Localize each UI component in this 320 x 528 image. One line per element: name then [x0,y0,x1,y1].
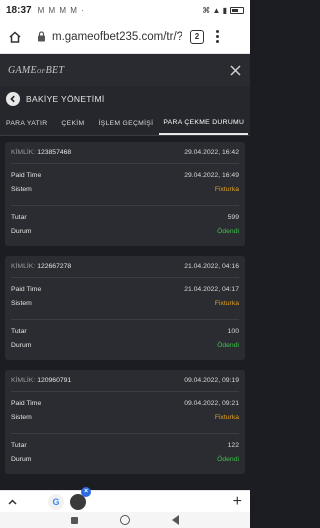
durum-value: Ödendi [217,455,239,463]
kimlik-label: KİMLİK: [11,149,36,156]
durum-label: Durum [11,455,32,463]
tutar-row: Tutar 100 [11,324,239,338]
tutar-value: 100 [227,327,239,335]
system-nav-bar [0,512,250,528]
tutar-label: Tutar [11,213,27,221]
kimlik-value: 123857468 [37,149,72,156]
chevron-left-icon [10,95,15,103]
close-button[interactable] [228,63,242,77]
sistem-label: Sistem [11,185,32,193]
browser-toolbar: m.gameofbet235.com/tr/?pr 2 [0,20,250,54]
tab-cekim[interactable]: ÇEKİM [53,112,92,135]
lock-icon[interactable] [34,31,48,42]
divider [11,424,239,434]
chevron-up-icon [8,498,17,505]
current-tab-button[interactable]: × [70,486,91,510]
recents-icon[interactable] [71,516,78,524]
tab-para-cekme-durumu[interactable]: PARA ÇEKME DURUMU [159,112,249,135]
tutar-label: Tutar [11,441,27,449]
tutar-value: 122 [227,441,239,449]
paid-time-row: Paid Time 21.04.2022, 04:17 [11,282,239,296]
browser-menu-button[interactable] [214,30,220,43]
paid-time-label: Paid Time [11,285,42,293]
kimlik-value: 122667278 [37,263,72,270]
divider [11,310,239,320]
card-header: KİMLİK: 122667278 21.04.2022, 04:16 [11,256,239,278]
sistem-label: Sistem [11,413,32,421]
durum-value: Ödendi [217,341,239,349]
card-header: KİMLİK: 123857468 29.04.2022, 16:42 [11,142,239,164]
home-icon [9,30,21,43]
expand-button[interactable] [8,498,18,505]
sistem-label: Sistem [11,299,32,307]
battery-icon [230,6,244,14]
page-title-row: BAKİYE YÖNETİMİ [0,86,250,112]
tutar-row: Tutar 599 [11,210,239,224]
kimlik-label: KİMLİK: [11,377,36,384]
new-tab-button[interactable]: + [233,493,242,510]
site-header: GAME OF BET [0,54,250,86]
request-date: 09.04.2022, 09:19 [184,377,239,384]
kimlik-value: 120960791 [37,377,72,384]
home-nav-icon[interactable] [120,515,130,525]
back-button[interactable] [6,92,20,106]
sistem-value: Fixturka [214,413,239,421]
withdrawal-card: KİMLİK: 122667278 21.04.2022, 04:16 Paid… [5,256,245,360]
durum-value: Ödendi [217,227,239,235]
withdrawal-card: KİMLİK: 123857468 29.04.2022, 16:42 Paid… [5,142,245,246]
close-icon [229,64,241,76]
paid-time-value: 21.04.2022, 04:17 [184,285,239,293]
status-right: ⌘ ▲ ▮ [202,6,244,15]
sistem-row: Sistem Fixturka [11,410,239,424]
status-bar: 18:37 M M M M · ⌘ ▲ ▮ [0,0,250,20]
google-tab-button[interactable]: G [48,493,64,510]
paid-time-row: Paid Time 29.04.2022, 16:49 [11,168,239,182]
kimlik-label: KİMLİK: [11,263,36,270]
divider [11,196,239,206]
tutar-row: Tutar 122 [11,438,239,452]
back-nav-icon[interactable] [172,515,179,525]
tutar-value: 599 [227,213,239,221]
sistem-row: Sistem Fixturka [11,182,239,196]
paid-time-value: 09.04.2022, 09:21 [184,399,239,407]
sistem-row: Sistem Fixturka [11,296,239,310]
notification-icons: M M M M · [37,5,85,15]
signal-icons: ⌘ ▲ ▮ [202,5,227,15]
durum-row: Durum Ödendi [11,452,239,466]
paid-time-value: 29.04.2022, 16:49 [184,171,239,179]
site-logo[interactable]: GAME OF BET [8,65,64,76]
withdrawal-list: KİMLİK: 123857468 29.04.2022, 16:42 Paid… [0,142,250,484]
request-date: 29.04.2022, 16:42 [184,149,239,156]
withdrawal-card: KİMLİK: 120960791 09.04.2022, 09:19 Paid… [5,370,245,474]
status-time: 18:37 [6,4,32,16]
tab-para-yatir[interactable]: PARA YATIR [0,112,53,135]
home-button[interactable] [6,28,24,46]
request-date: 21.04.2022, 04:16 [184,263,239,270]
tab-islem-gecmisi[interactable]: İŞLEM GEÇMİŞİ [92,112,159,135]
durum-row: Durum Ödendi [11,224,239,238]
tab-switcher-button[interactable]: 2 [190,29,204,44]
durum-label: Durum [11,227,32,235]
tutar-label: Tutar [11,327,27,335]
sistem-value: Fixturka [214,299,239,307]
paid-time-label: Paid Time [11,399,42,407]
address-bar[interactable]: m.gameofbet235.com/tr/?pr [52,31,182,43]
tab-bar: PARA YATIR ÇEKİM İŞLEM GEÇMİŞİ PARA ÇEKM… [0,112,250,136]
page-title: BAKİYE YÖNETİMİ [26,94,105,104]
durum-row: Durum Ödendi [11,338,239,352]
card-header: KİMLİK: 120960791 09.04.2022, 09:19 [11,370,239,392]
paid-time-label: Paid Time [11,171,42,179]
paid-time-row: Paid Time 09.04.2022, 09:21 [11,396,239,410]
sistem-value: Fixturka [214,185,239,193]
close-tab-icon[interactable]: × [81,486,91,497]
durum-label: Durum [11,341,32,349]
browser-bottom-bar: G × + [0,486,250,512]
